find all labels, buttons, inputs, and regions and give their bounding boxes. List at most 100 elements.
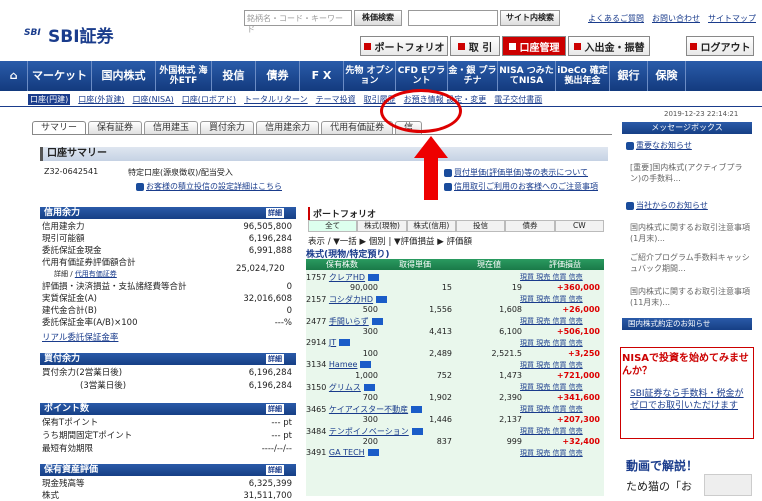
nav-bond[interactable]: 債券 xyxy=(256,61,300,91)
real-margin-rate-link[interactable]: リアル委託保証金率 xyxy=(42,331,118,343)
nav-insurance[interactable]: 保険 xyxy=(648,61,686,91)
margin-notice-link[interactable]: 信用取引ご利用のお客様へのご注意事項 xyxy=(444,181,598,192)
stock-link[interactable]: テンポイノベーション xyxy=(329,427,409,436)
trade-actions[interactable]: 現買 現売 信買 信売 xyxy=(520,338,583,348)
mail-icon[interactable] xyxy=(360,361,372,368)
nav-fx[interactable]: F X xyxy=(300,61,344,91)
mail-icon[interactable] xyxy=(368,274,380,281)
trade-actions[interactable]: 現買 現売 信買 信売 xyxy=(520,426,583,436)
pf-tab-cw[interactable]: CW xyxy=(554,220,604,232)
sitemap-link[interactable]: サイトマップ xyxy=(708,13,756,24)
subnav-yen-account[interactable]: 口座(円建) xyxy=(28,94,71,105)
nav-foreign-stock[interactable]: 外国株式 海外ETF xyxy=(156,61,212,91)
trade-actions[interactable]: 現買 現売 信買 信売 xyxy=(520,404,583,414)
nisa-body-link[interactable]: SBI証券なら手数料・税金がゼロでお取引いただけます xyxy=(630,388,748,412)
subnav-theme[interactable]: テーマ投資 xyxy=(316,94,356,105)
pf-tab-bond[interactable]: 債券 xyxy=(505,220,555,232)
subnav-e-delivery[interactable]: 電子交付書面 xyxy=(494,94,542,105)
points-detail-button[interactable]: 詳細 xyxy=(266,404,284,414)
sbi-logo[interactable]: SBI SBI証券 xyxy=(24,22,114,47)
assets-row: 株式 31,511,700 xyxy=(42,491,292,501)
trade-actions[interactable]: 現買 現売 信買 信売 xyxy=(520,294,583,304)
stock-search-input[interactable]: 銘柄名・コード・キーワード xyxy=(244,10,352,34)
stock-link[interactable]: Hamee xyxy=(329,360,358,369)
company-notice-link[interactable]: 当社からのお知らせ xyxy=(626,200,708,211)
stock-link[interactable]: JT xyxy=(329,338,336,347)
credit-detail-button[interactable]: 詳細 xyxy=(266,208,284,218)
mail-icon[interactable] xyxy=(363,384,375,391)
tab-margin-power[interactable]: 信用建余力 xyxy=(256,121,320,135)
pf-tab-stock-cash[interactable]: 株式(現物) xyxy=(357,220,407,232)
nav-futures[interactable]: 先物 オプション xyxy=(344,61,396,91)
portfolio-button[interactable]: ポートフォリオ xyxy=(360,36,448,56)
nav-fund[interactable]: 投信 xyxy=(212,61,256,91)
price: 1,473 xyxy=(499,371,522,380)
trade-actions[interactable]: 現買 現売 信買 信売 xyxy=(520,448,583,458)
subnav-nisa-account[interactable]: 口座(NISA) xyxy=(133,94,174,105)
mail-icon[interactable] xyxy=(371,318,383,325)
nav-market[interactable]: マーケット xyxy=(28,61,92,91)
important-notice-link[interactable]: 重要なお知らせ xyxy=(626,140,692,151)
logout-button[interactable]: ログアウト xyxy=(686,36,754,56)
portfolio-row: 2477 手間いらず 現買 現売 信買 信売 300 4,413 6,100 +506,1… xyxy=(306,316,604,338)
stock-link[interactable]: ケイアイスター不動産 xyxy=(329,405,408,414)
pf-tab-all[interactable]: 全て xyxy=(308,220,358,232)
subnav-foreign-account[interactable]: 口座(外貨建) xyxy=(78,94,124,105)
pf-tab-fund[interactable]: 投信 xyxy=(455,220,506,232)
trade-button[interactable]: 取 引 xyxy=(450,36,500,56)
trade-actions[interactable]: 現買 現売 信買 信売 xyxy=(520,360,583,370)
video-thumbnail[interactable] xyxy=(704,474,752,496)
subnav-robo-account[interactable]: 口座(ロボアド) xyxy=(182,94,236,105)
price: 2,137 xyxy=(499,415,522,424)
pf-tab-stock-margin[interactable]: 株式(信用) xyxy=(406,220,456,232)
site-search-button[interactable]: サイト内検索 xyxy=(500,10,560,26)
tab-summary[interactable]: サマリー xyxy=(32,121,87,135)
stock-search-button[interactable]: 株価検索 xyxy=(354,10,402,26)
portfolio-row: 2157 コシダカHD 現買 現売 信買 信売 500 1,556 1,608 +26,0… xyxy=(306,294,604,316)
buying-detail-button[interactable]: 詳細 xyxy=(266,354,284,364)
stock-link[interactable]: コシダカHD xyxy=(329,295,373,304)
site-search-input[interactable] xyxy=(408,10,498,26)
notice-item[interactable]: 国内株式に関するお取引注意事項(1月末)... xyxy=(630,222,750,244)
stock-code: 1757 xyxy=(306,273,327,282)
faq-link[interactable]: よくあるご質問 xyxy=(588,13,644,24)
mail-icon[interactable] xyxy=(411,406,423,413)
mail-icon[interactable] xyxy=(367,449,379,456)
bullet-icon xyxy=(573,42,581,50)
unit-price-info-link[interactable]: 買付単価(評価単価)等の表示について xyxy=(444,167,588,178)
fund-settings-link[interactable]: お客様の積立投信の設定詳細はこちら xyxy=(136,181,282,192)
contact-link[interactable]: お問い合わせ xyxy=(652,13,700,24)
home-icon[interactable]: ⌂ xyxy=(0,61,28,91)
trade-actions[interactable]: 現買 現売 信買 信売 xyxy=(520,382,583,392)
video-subtitle[interactable]: ため猫の「お xyxy=(626,478,692,494)
nav-ideco[interactable]: iDeCo 確定拠出年金 xyxy=(556,61,610,91)
mail-icon[interactable] xyxy=(339,339,351,346)
tab-buying-power[interactable]: 買付余力 xyxy=(200,121,255,135)
nav-cfd[interactable]: CFD Eワラント xyxy=(396,61,448,91)
trade-actions[interactable]: 現買 現売 信買 信売 xyxy=(520,316,583,326)
account-management-button[interactable]: 口座管理 xyxy=(502,36,566,56)
stock-link[interactable]: GA TECH xyxy=(329,448,365,457)
trade-actions[interactable]: 現買 現売 信買 信売 xyxy=(520,272,583,282)
subnav-total-return[interactable]: トータルリターン xyxy=(244,94,308,105)
assets-detail-button[interactable]: 詳細 xyxy=(266,465,284,475)
mail-icon[interactable] xyxy=(376,296,388,303)
stock-name: 1757 クレアHD xyxy=(306,272,380,283)
important-item[interactable]: [重要]国内株式(アクティブプラン)の手数料... xyxy=(630,162,750,184)
portfolio-display-controls[interactable]: 表示 / ▼一括 ▶ 個別 | ▼評価損益 ▶ 評価額 xyxy=(308,235,472,247)
stock-link[interactable]: 手間いらず xyxy=(329,317,369,326)
nav-nisa[interactable]: NISA つみたてNISA xyxy=(498,61,556,91)
tab-margin-positions[interactable]: 信用建玉 xyxy=(144,121,199,135)
tab-holdings[interactable]: 保有証券 xyxy=(88,121,143,135)
deposit-transfer-button[interactable]: 入出金・振替 xyxy=(568,36,650,56)
nav-domestic-stock[interactable]: 国内株式 xyxy=(92,61,156,91)
notice-item[interactable]: ご紹介プログラム手数料キャッシュバック期間... xyxy=(630,252,750,274)
nav-bank[interactable]: 銀行 xyxy=(610,61,648,91)
execution-notice-bar[interactable]: 国内株式約定のお知らせ xyxy=(622,318,752,330)
stock-link[interactable]: クレアHD xyxy=(329,273,365,282)
stock-link[interactable]: グリムス xyxy=(329,383,361,392)
nav-gold[interactable]: 金・銀 プラチナ xyxy=(448,61,498,91)
notice-item[interactable]: 国内株式に関するお取引注意事項(11月末)... xyxy=(630,286,750,308)
tab-collateral[interactable]: 代用有価証券 xyxy=(321,121,394,135)
mail-icon[interactable] xyxy=(411,428,423,435)
